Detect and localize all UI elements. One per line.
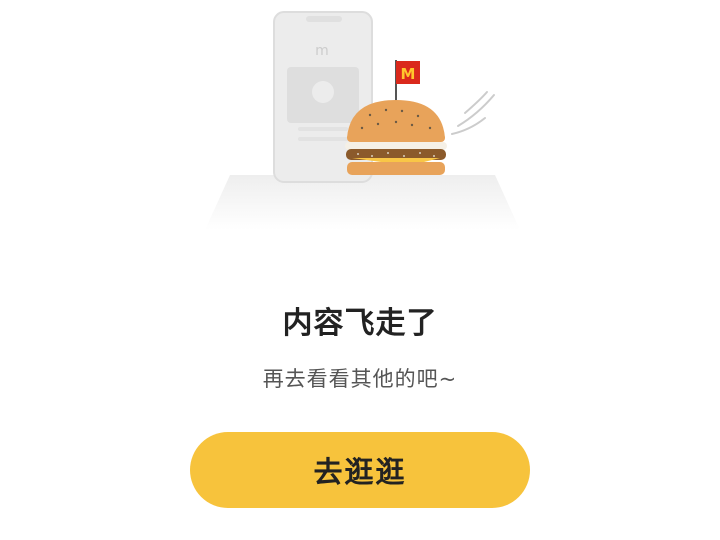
floor-shadow: [205, 175, 520, 230]
empty-state-subtitle: 再去看看其他的吧~: [262, 367, 458, 391]
empty-state-title: 内容飞走了: [282, 306, 438, 341]
burger-icon: [345, 100, 447, 175]
flying-burger-illustration: m M: [205, 11, 520, 230]
flag-icon: M: [395, 60, 420, 102]
go-browse-button-label: 去逛逛: [313, 457, 407, 489]
empty-state-page: m M 内容飞走了 再去看看其他的吧~ 去逛逛: [0, 0, 720, 540]
go-browse-button[interactable]: 去逛逛: [190, 432, 530, 508]
motion-lines-icon: [451, 91, 495, 135]
flag-logo: M: [401, 65, 416, 83]
phone-logo: m: [315, 43, 329, 59]
